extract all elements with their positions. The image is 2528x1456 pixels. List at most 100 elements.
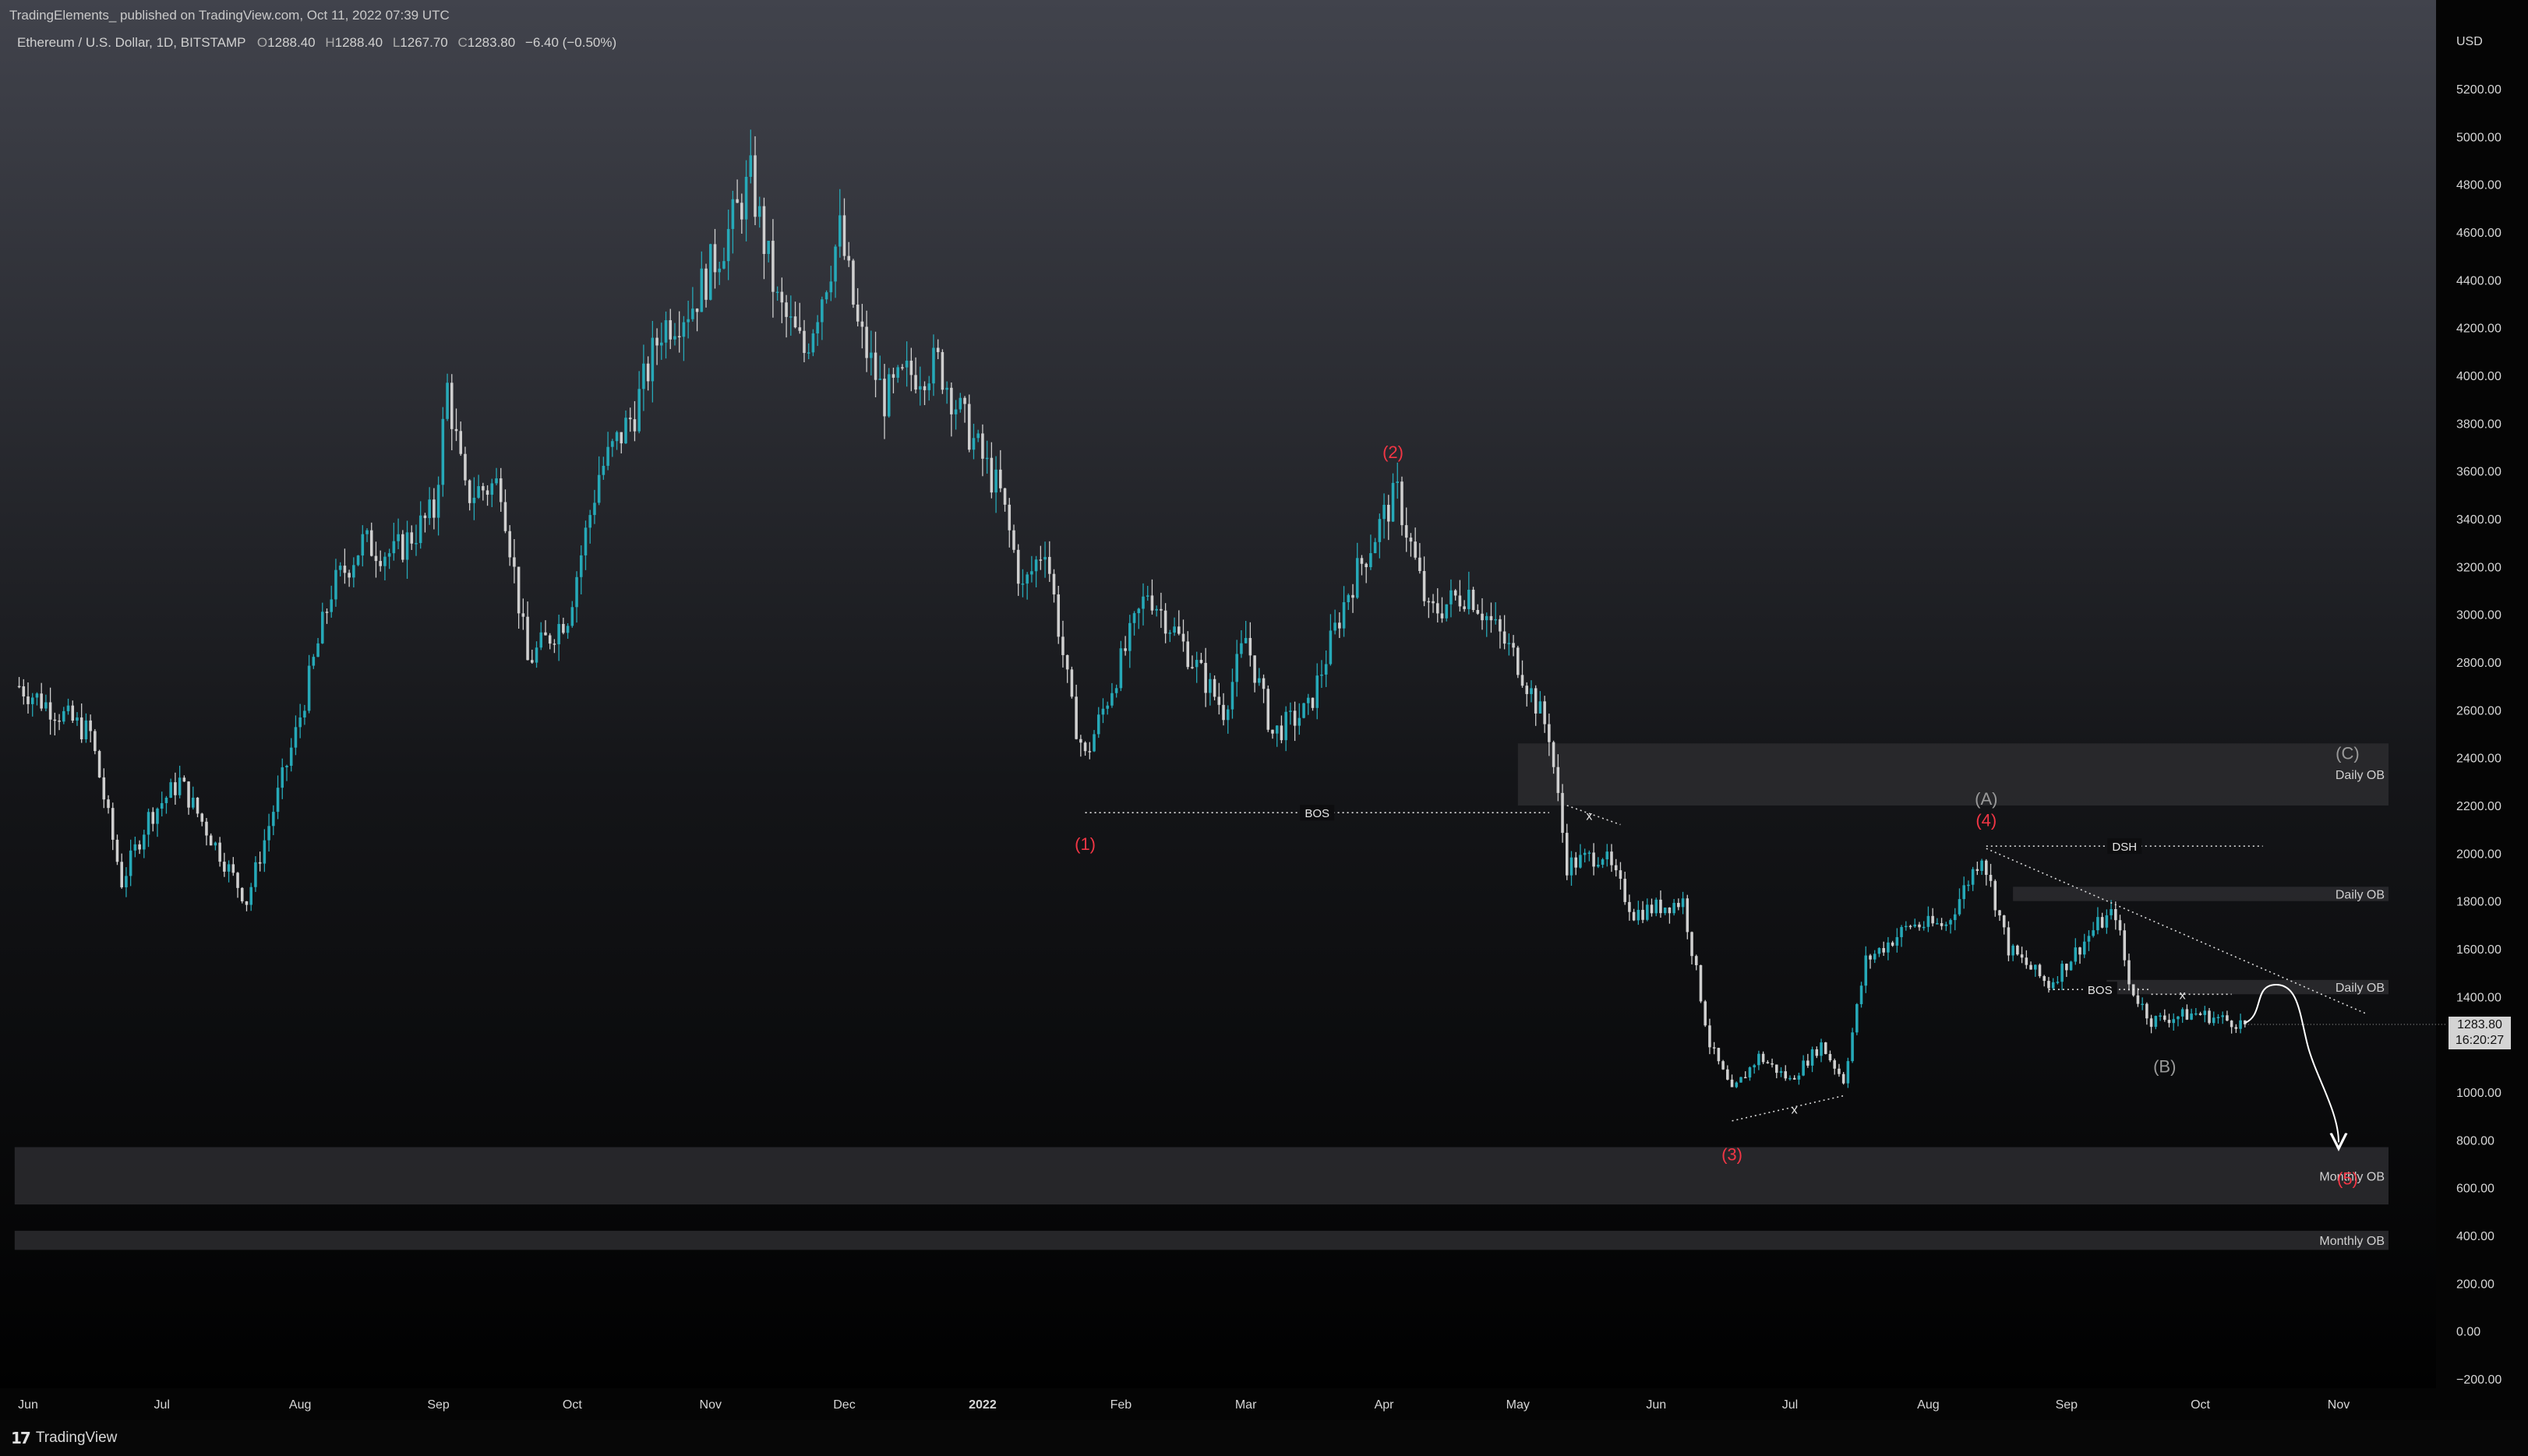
candle-body xyxy=(1993,880,1997,911)
candle-body xyxy=(129,850,132,876)
candle-body xyxy=(1828,1053,1832,1061)
ob-zone xyxy=(1517,743,2389,806)
x-tick-label: May xyxy=(1506,1398,1530,1412)
candle-body xyxy=(1864,955,1868,986)
candle-body xyxy=(874,352,877,380)
candle-body xyxy=(2038,964,2042,977)
candle-body xyxy=(1280,725,1283,741)
x-mark: x xyxy=(1792,1103,1798,1116)
candle-body xyxy=(187,781,190,808)
candle-body xyxy=(1810,1049,1814,1066)
candle-body xyxy=(387,553,391,557)
candle-body xyxy=(941,351,944,390)
candle-body xyxy=(2105,915,2109,928)
candle-body xyxy=(677,336,681,338)
candle-body xyxy=(1293,710,1297,726)
candle-body xyxy=(160,802,164,809)
candle-body xyxy=(1623,879,1626,902)
structure-label: DSH xyxy=(2112,841,2137,854)
y-tick-label: 4200.00 xyxy=(2456,323,2502,336)
candle-body xyxy=(379,561,382,566)
candle-body xyxy=(1552,742,1555,767)
candle-body xyxy=(1958,899,1961,915)
candle-body xyxy=(2212,1017,2216,1024)
candle-body xyxy=(1650,904,1654,914)
candle-body xyxy=(2114,908,2117,921)
candle-body xyxy=(838,215,842,247)
candle-body xyxy=(628,418,632,420)
candle-body xyxy=(1962,885,1965,900)
candle-body xyxy=(548,635,552,644)
candle-body xyxy=(258,862,262,864)
candle-body xyxy=(736,199,739,203)
candle-body xyxy=(1026,574,1029,584)
candle-body xyxy=(1400,481,1403,526)
candle-body xyxy=(441,418,445,485)
candle-body xyxy=(1743,1077,1747,1079)
y-tick-label: 800.00 xyxy=(2456,1134,2494,1148)
candle-body xyxy=(1114,688,1118,693)
candle-body xyxy=(816,322,819,334)
candle-body xyxy=(307,665,311,711)
price-chart[interactable]: Daily OBDaily OBDaily OBMonthly OBMonthl… xyxy=(0,0,2528,1456)
ob-zone xyxy=(14,1147,2389,1205)
candle-body xyxy=(1083,742,1087,752)
candle-body xyxy=(1855,1003,1859,1033)
candle-body xyxy=(1373,541,1377,554)
x-tick-label: Jun xyxy=(18,1398,38,1412)
candle-body xyxy=(669,320,673,340)
candle-body xyxy=(1378,519,1382,542)
y-tick-label: 1000.00 xyxy=(2456,1087,2502,1100)
candle-body xyxy=(695,308,699,312)
candle-body xyxy=(303,710,306,717)
candle-body xyxy=(2078,947,2081,955)
candle-body xyxy=(205,821,208,836)
candle-body xyxy=(1061,636,1065,655)
candle-body xyxy=(660,342,663,346)
candle-body xyxy=(356,555,360,566)
x-tick-label: Jul xyxy=(154,1398,169,1412)
candle-body xyxy=(593,502,596,516)
candle-body xyxy=(878,379,882,380)
candle-body xyxy=(1779,1071,1783,1073)
candle-body xyxy=(1641,909,1644,920)
candle-body xyxy=(744,176,748,220)
candle-body xyxy=(2185,1009,2189,1020)
candle-body xyxy=(2221,1015,2224,1017)
candle-body xyxy=(2092,930,2095,936)
candle-body xyxy=(1445,604,1448,619)
candle-body xyxy=(289,747,293,766)
candle-body xyxy=(566,626,570,633)
x-tick-label: Apr xyxy=(1375,1398,1395,1412)
candle-body xyxy=(240,887,244,901)
candle-body xyxy=(1244,637,1248,643)
candle-body xyxy=(1610,851,1613,865)
candle-body xyxy=(196,797,199,814)
candle-body xyxy=(1467,590,1471,609)
symbol-legend[interactable]: Ethereum / U.S. Dollar, 1D, BITSTAMP O12… xyxy=(17,33,616,53)
candle-body xyxy=(263,840,267,864)
candle-body xyxy=(1034,559,1038,572)
candle-body xyxy=(2145,1003,2148,1019)
candle-body xyxy=(950,387,953,414)
candle-body xyxy=(793,316,797,328)
tradingview-brand[interactable]: 17 TradingView xyxy=(11,1427,117,1449)
candle-body xyxy=(84,720,88,739)
candle-body xyxy=(182,777,186,782)
candle-body xyxy=(2016,945,2019,955)
y-tick-label: 4600.00 xyxy=(2456,227,2502,240)
candle-body xyxy=(410,532,414,544)
candle-body xyxy=(1730,1079,1734,1088)
symbol-title[interactable]: Ethereum / U.S. Dollar, 1D, BITSTAMP xyxy=(17,35,245,50)
candle-body xyxy=(1110,693,1114,706)
candle-body xyxy=(1213,679,1216,697)
y-tick-label: 2200.00 xyxy=(2456,800,2502,813)
x-tick-label: Oct xyxy=(2191,1398,2210,1412)
candle-body xyxy=(798,327,802,331)
candle-body xyxy=(1583,852,1587,855)
candle-body xyxy=(1329,630,1333,665)
candle-body xyxy=(1561,792,1564,834)
candle-body xyxy=(1926,915,1930,927)
candle-body xyxy=(2230,1021,2233,1028)
candle-body xyxy=(1949,920,1952,925)
